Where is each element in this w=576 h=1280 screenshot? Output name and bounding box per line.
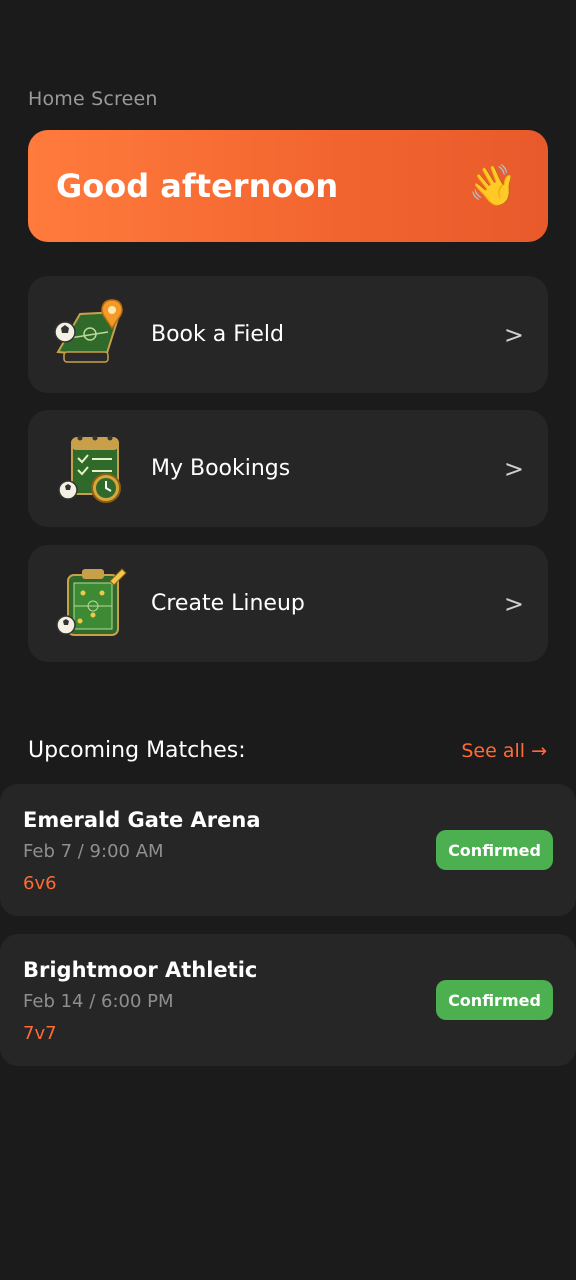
menu-item-label: My Bookings xyxy=(151,456,291,481)
match-name: Brightmoor Athletic xyxy=(23,958,258,982)
chevron-right-icon: > xyxy=(503,454,524,483)
greeting-text: Good afternoon xyxy=(56,167,339,205)
chevron-right-icon: > xyxy=(503,320,524,349)
create-lineup-button[interactable]: Create Lineup > xyxy=(28,545,548,662)
match-format: 6v6 xyxy=(23,873,57,894)
match-card[interactable]: Brightmoor Athletic Feb 14 / 6:00 PM 7v7… xyxy=(0,934,576,1066)
match-datetime: Feb 7 / 9:00 AM xyxy=(23,841,164,862)
status-badge: Confirmed xyxy=(436,830,553,870)
book-field-button[interactable]: Book a Field > xyxy=(28,276,548,393)
match-name: Emerald Gate Arena xyxy=(23,808,261,832)
greeting-banner: Good afternoon 👋 xyxy=(28,130,548,242)
my-bookings-button[interactable]: My Bookings > xyxy=(28,410,548,527)
match-card[interactable]: Emerald Gate Arena Feb 7 / 9:00 AM 6v6 C… xyxy=(0,784,576,916)
screen-label: Home Screen xyxy=(28,88,158,110)
status-badge: Confirmed xyxy=(436,980,553,1020)
match-datetime: Feb 14 / 6:00 PM xyxy=(23,991,174,1012)
section-title-upcoming: Upcoming Matches: xyxy=(28,738,246,763)
match-format: 7v7 xyxy=(23,1023,57,1044)
menu-item-label: Book a Field xyxy=(151,322,284,347)
tactics-clipboard-icon xyxy=(56,567,127,636)
menu-item-label: Create Lineup xyxy=(151,591,305,616)
chevron-right-icon: > xyxy=(503,589,524,618)
waving-hand-icon: 👋 xyxy=(468,163,518,209)
field-map-pin-icon xyxy=(54,298,123,363)
see-all-link[interactable]: See all → xyxy=(461,740,547,762)
calendar-clock-icon xyxy=(58,435,121,503)
